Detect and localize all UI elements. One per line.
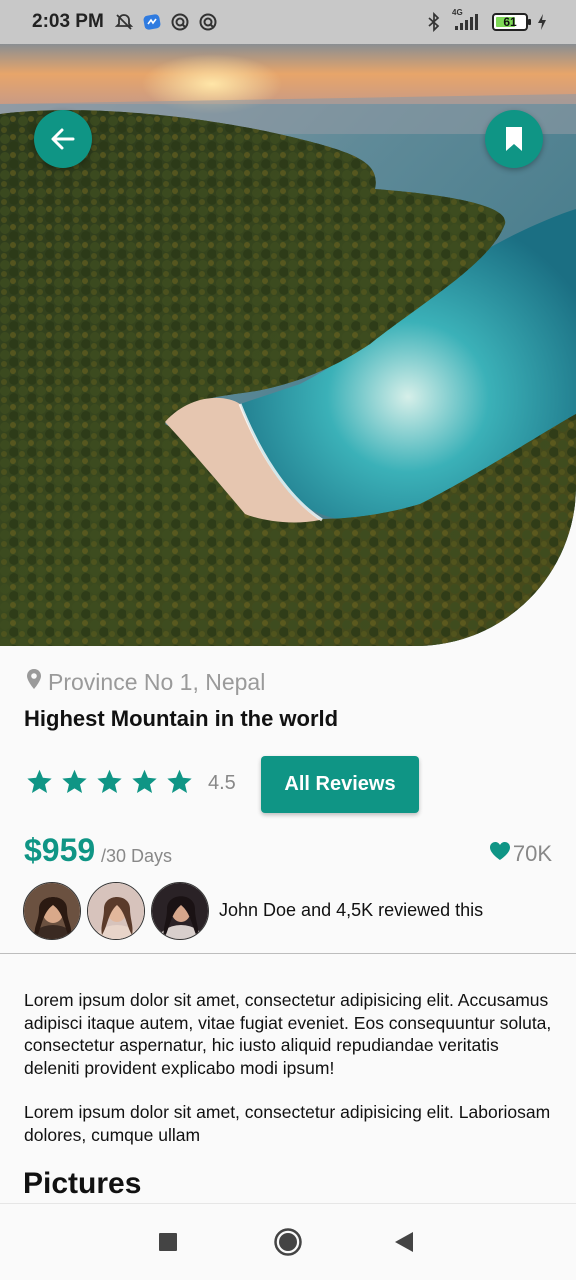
square-icon: [158, 1232, 178, 1257]
star-icon: [26, 768, 53, 800]
back-button[interactable]: [34, 110, 92, 168]
avatar: [23, 882, 81, 940]
rating-stars: [26, 768, 193, 800]
system-navigation-bar: [0, 1203, 576, 1280]
description-paragraph-2: Lorem ipsum dolor sit amet, consectetur …: [24, 1102, 551, 1145]
likes[interactable]: 70K: [489, 841, 552, 867]
bookmark-button[interactable]: [485, 110, 543, 168]
recent-apps-button[interactable]: [150, 1226, 186, 1262]
price: $959: [24, 832, 96, 868]
location: Province No 1, Nepal: [26, 668, 265, 696]
sync-icon: [198, 12, 218, 32]
description-paragraph-1: Lorem ipsum dolor sit amet, consectetur …: [24, 990, 552, 1078]
likes-count: 70K: [512, 841, 552, 866]
battery-level: 61: [503, 15, 517, 29]
app-badge-icon: [142, 12, 162, 32]
status-icons-left: [114, 12, 218, 32]
avatar: [151, 882, 209, 940]
bookmark-icon: [502, 125, 526, 153]
arrow-left-icon: [49, 125, 77, 153]
divider: [0, 953, 576, 954]
star-icon: [131, 768, 158, 800]
network-type: 4G: [452, 8, 463, 17]
star-icon: [166, 768, 193, 800]
triangle-back-icon: [394, 1231, 414, 1258]
sync-icon: [170, 12, 190, 32]
rating-value: 4.5: [208, 772, 236, 794]
star-icon: [61, 768, 88, 800]
charging-icon: [536, 12, 548, 32]
location-pin-icon: [26, 668, 42, 696]
signal-icon: 4G: [452, 8, 484, 32]
system-back-button[interactable]: [386, 1226, 422, 1262]
place-title: Highest Mountain in the world: [24, 706, 339, 731]
status-icons-right: 4G 61: [424, 8, 548, 32]
circle-icon: [273, 1227, 303, 1262]
battery-icon: 61: [492, 13, 531, 31]
muted-notification-icon: [114, 12, 134, 32]
reviewed-text: John Doe and 4,5K reviewed this: [219, 900, 484, 920]
all-reviews-button[interactable]: All Reviews: [261, 756, 419, 813]
home-button[interactable]: [270, 1226, 306, 1262]
avatar: [87, 882, 145, 940]
heart-icon: [489, 841, 511, 867]
status-time: 2:03 PM: [32, 11, 104, 32]
star-icon: [96, 768, 123, 800]
status-bar: 2:03 PM 4G 61: [0, 0, 576, 44]
bluetooth-icon: [424, 12, 444, 32]
location-text: Province No 1, Nepal: [48, 668, 266, 695]
pictures-heading: Pictures: [23, 1167, 142, 1200]
price-unit: /30 Days: [101, 846, 173, 866]
hero-image: [0, 44, 576, 646]
reviewer-avatars: [23, 882, 209, 940]
